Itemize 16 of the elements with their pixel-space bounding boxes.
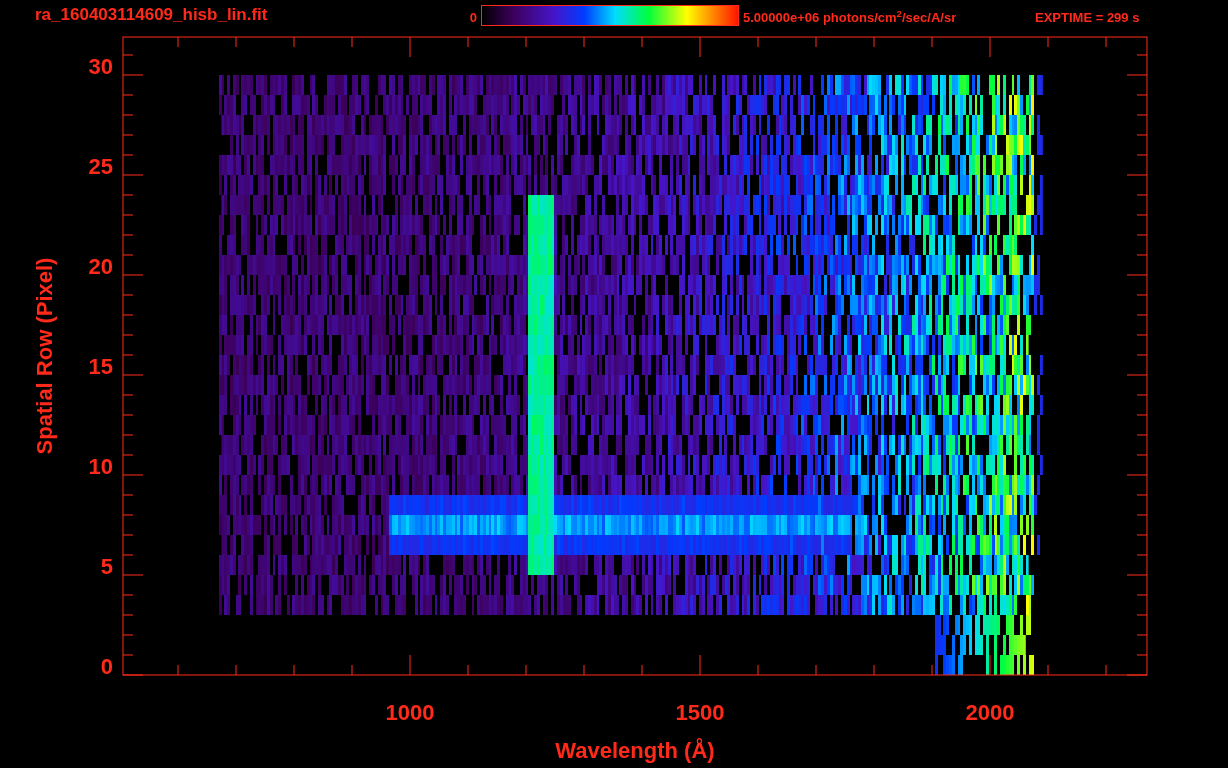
x-tick-label: 1500 bbox=[675, 700, 725, 725]
y-tick-label: 10 bbox=[88, 454, 113, 479]
y-tick-label: 5 bbox=[100, 554, 113, 579]
exposure-time: EXPTIME = 299 s bbox=[1035, 9, 1140, 28]
x-tick-label: 2000 bbox=[965, 700, 1015, 725]
x-tick-label: 1000 bbox=[385, 700, 435, 725]
y-tick-label: 30 bbox=[88, 54, 113, 79]
y-tick-label: 25 bbox=[88, 154, 113, 179]
y-axis-title: Spatial Row (Pixel) bbox=[32, 257, 57, 455]
file-name: ra_160403114609_hisb_lin.fit bbox=[35, 4, 269, 27]
y-tick-label: 15 bbox=[88, 354, 113, 379]
y-tick-label: 20 bbox=[88, 254, 113, 279]
y-tick-label: 0 bbox=[100, 654, 113, 679]
colorbar-min-label: 0 bbox=[468, 9, 478, 28]
colorbar-max-label: 5.00000e+06 photons/cm$^{2}$/sec/A/sr bbox=[743, 8, 958, 28]
x-axis-title: Wavelength (Å) bbox=[555, 738, 715, 763]
